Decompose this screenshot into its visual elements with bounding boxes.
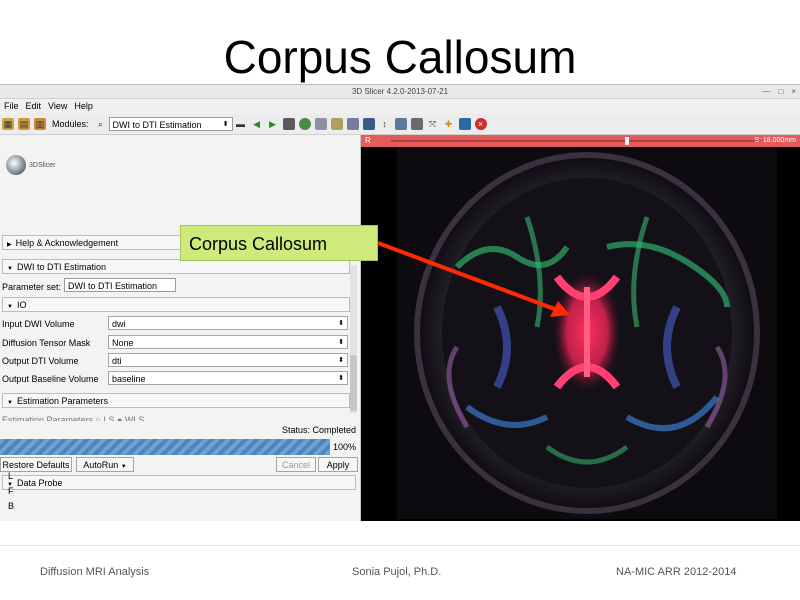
autorun-button[interactable]: AutoRun ▼ — [76, 457, 134, 472]
menu-edit[interactable]: Edit — [26, 99, 42, 113]
parameter-set-label: Parameter set: — [2, 282, 62, 292]
probe-label-l: L — [8, 471, 14, 481]
module-selected-label: DWI to DTI Estimation — [112, 120, 202, 130]
spinner-icon: ⬍ — [338, 339, 344, 346]
output-baseline-selector[interactable]: baseline ⬍ — [108, 371, 348, 385]
footer-left: Diffusion MRI Analysis — [40, 566, 150, 578]
menu-file[interactable]: File — [4, 99, 19, 113]
chevron-down-icon: ▼ — [7, 266, 13, 272]
spinner-icon: ⬍ — [338, 320, 344, 327]
cancel-button[interactable]: Cancel — [276, 457, 316, 472]
chevron-down-icon: ▼ — [120, 464, 127, 470]
apply-button[interactable]: Apply — [318, 457, 358, 472]
screenshot-icon[interactable] — [394, 118, 407, 130]
close-button[interactable]: × — [791, 85, 796, 98]
spinner-icon: ⬍ — [338, 357, 344, 364]
status-text: Status: Completed — [281, 425, 356, 435]
modules-label: Modules: — [52, 119, 89, 129]
menu-view[interactable]: View — [48, 99, 67, 113]
callout-arrow-icon — [377, 241, 570, 317]
progress-percent: 100% — [333, 442, 357, 452]
estimation-section-header[interactable]: ▼ Estimation Parameters — [2, 393, 350, 408]
slide-title: Corpus Callosum — [223, 31, 577, 83]
panel-scrollbar-thumb[interactable] — [350, 355, 357, 411]
footer-center: Sonia Pujol, Ph.D. — [352, 566, 442, 578]
probe-label-b: B — [8, 501, 15, 511]
data-probe-section-header[interactable]: ▼ Data Probe — [2, 475, 356, 490]
restore-defaults-button[interactable]: Restore Defaults — [0, 457, 72, 472]
input-dwi-label: Input DWI Volume — [2, 319, 75, 329]
brain-color-fa-map — [414, 152, 760, 514]
output-dti-selector[interactable]: dti ⬍ — [108, 353, 348, 367]
tensor-mask-selector[interactable]: None ⬍ — [108, 335, 348, 349]
window-title: 3D Slicer 4.2.0-2013-07-21 — [351, 87, 449, 96]
io-section-header[interactable]: ▼ IO — [2, 297, 350, 312]
slicer-logo-text: 3DSlicer — [29, 161, 56, 169]
slicer-logo: 3DSlicer — [6, 151, 55, 179]
editor-icon[interactable] — [330, 118, 343, 130]
transforms-icon[interactable] — [314, 118, 327, 130]
main-toolbar: ▦ ▤ ▥ Modules: ⌕ DWI to DTI Estimation ⬍… — [0, 114, 800, 135]
dti-brain-image — [397, 147, 777, 519]
save-icon[interactable]: ▥ — [34, 118, 46, 130]
camera-icon[interactable] — [410, 118, 423, 130]
footer-divider — [0, 545, 800, 546]
window-controls: — □ × — [762, 85, 796, 98]
module-search-icon[interactable]: ⌕ — [95, 118, 107, 130]
load-dicom-icon[interactable]: ▤ — [18, 118, 30, 130]
estimation-method-row[interactable]: Estimation Parameters ○ LS ● WLS — [2, 415, 342, 421]
minimize-button[interactable]: — — [762, 85, 770, 98]
models-icon[interactable] — [298, 118, 311, 130]
chevron-down-icon: ▼ — [7, 304, 13, 310]
chevron-down-icon: ▼ — [7, 400, 13, 406]
slice-offset-slider[interactable] — [391, 140, 761, 142]
slicer-window: 3D Slicer 4.2.0-2013-07-21 — □ × File Ed… — [0, 84, 800, 521]
footer-right: NA-MIC ARR 2012-2014 — [616, 566, 737, 578]
slice-controller-bar: R S: 18.000mm — [361, 135, 800, 147]
volumes-icon[interactable] — [346, 118, 359, 130]
slice-offset-value: S: 18.000mm — [754, 137, 796, 144]
window-titlebar: 3D Slicer 4.2.0-2013-07-21 — □ × — [0, 85, 800, 99]
slice-offset-slider-handle[interactable] — [625, 137, 629, 145]
slice-orientation-label: R — [365, 136, 371, 145]
output-baseline-label: Output Baseline Volume — [2, 374, 99, 384]
output-dti-label: Output DTI Volume — [2, 356, 79, 366]
layout-icon[interactable] — [362, 118, 375, 130]
stop-icon[interactable]: × — [474, 118, 487, 130]
python-console-icon[interactable] — [458, 118, 471, 130]
chevron-down-icon: ⬍ — [222, 121, 229, 128]
crosshair-icon[interactable]: ↕ — [379, 118, 391, 130]
pointer-icon[interactable]: ⤧ — [427, 118, 439, 130]
corpus-callosum-callout: Corpus Callosum — [180, 225, 378, 261]
cube-view-icon[interactable] — [282, 118, 295, 130]
back-arrow-icon[interactable]: ◀ — [251, 118, 263, 130]
progress-bar — [0, 439, 330, 455]
spinner-icon: ⬍ — [338, 375, 344, 382]
tensor-mask-label: Diffusion Tensor Mask — [2, 338, 91, 348]
maximize-button[interactable]: □ — [778, 85, 783, 98]
module-panel: 3DSlicer ▶ Help & Acknowledgement ▼ DWI to… — [0, 135, 361, 521]
forward-arrow-icon[interactable]: ▶ — [267, 118, 279, 130]
probe-label-f: F — [8, 486, 14, 496]
chevron-right-icon: ▶ — [7, 242, 12, 248]
slicer-logo-icon — [6, 155, 26, 175]
module-history-icon[interactable]: ▬ — [235, 118, 247, 130]
parameter-set-selector[interactable]: DWI to DTI Estimation — [64, 278, 176, 292]
menu-bar: File Edit View Help — [0, 99, 800, 113]
menu-help[interactable]: Help — [74, 99, 93, 113]
fiducial-icon[interactable]: ✚ — [443, 118, 455, 130]
red-slice-viewer[interactable]: R S: 18.000mm — [361, 135, 800, 521]
module-selector[interactable]: DWI to DTI Estimation ⬍ — [108, 117, 233, 131]
input-dwi-selector[interactable]: dwi ⬍ — [108, 316, 348, 330]
load-data-icon[interactable]: ▦ — [2, 118, 14, 130]
